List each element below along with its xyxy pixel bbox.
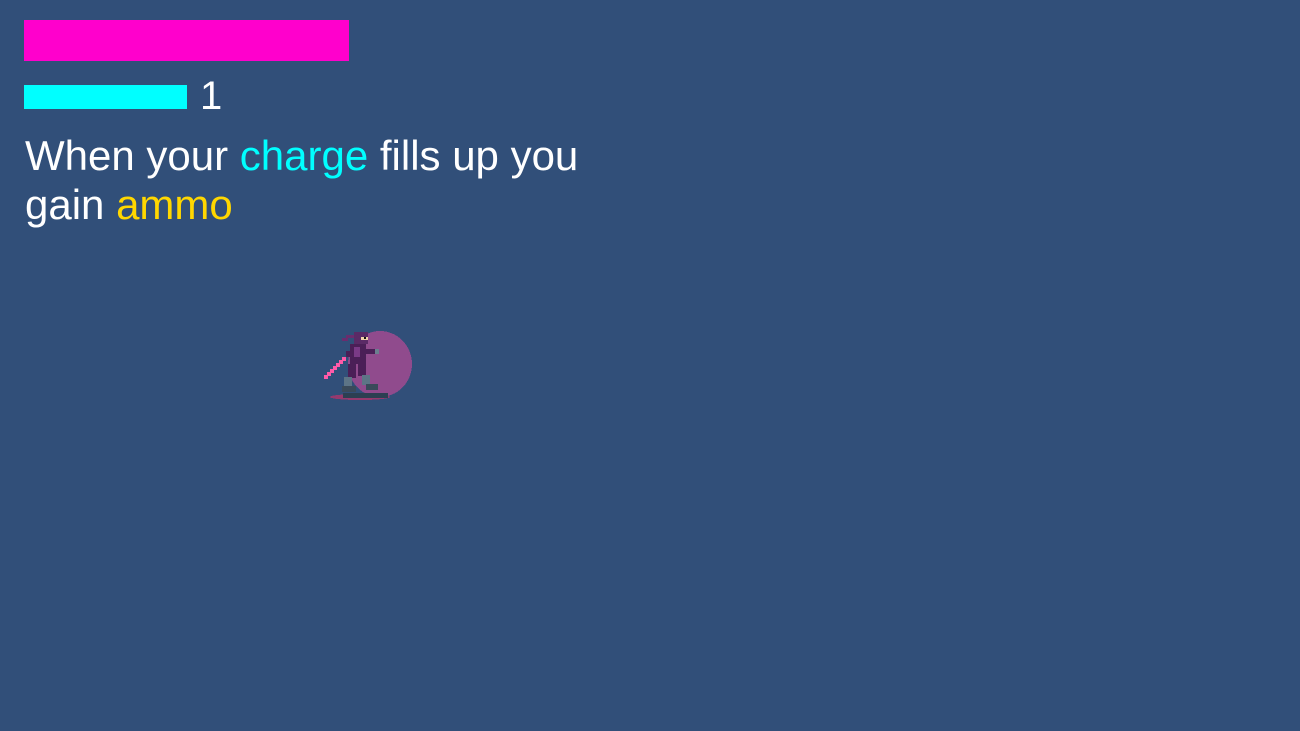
- ninja-character-icon: [324, 331, 412, 400]
- tutorial-text: When your charge fills up you gain ammo: [25, 131, 625, 229]
- tutorial-charge-word: charge: [239, 132, 369, 179]
- game-scene: [0, 0, 1300, 731]
- tutorial-ammo-word: ammo: [116, 181, 233, 228]
- charge-bar: [24, 85, 187, 109]
- ammo-count: 1: [200, 74, 223, 118]
- tutorial-text-part1: When your: [25, 132, 240, 179]
- sword-icon: [324, 357, 346, 379]
- health-bar: [24, 20, 349, 61]
